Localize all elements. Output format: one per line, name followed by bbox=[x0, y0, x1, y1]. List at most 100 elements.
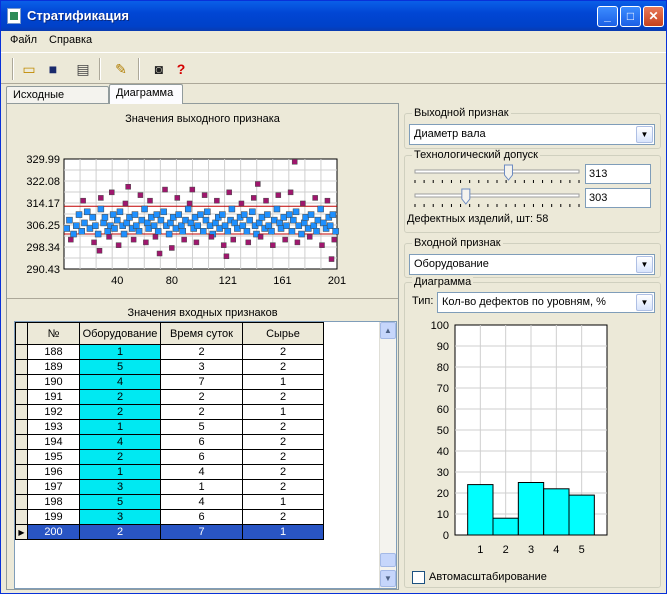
cell-material[interactable]: 2 bbox=[242, 449, 324, 465]
table-row[interactable]: 189 5 3 2 bbox=[15, 359, 324, 375]
cell-time[interactable]: 2 bbox=[160, 389, 243, 405]
row-indicator[interactable] bbox=[15, 404, 28, 420]
cell-time[interactable]: 1 bbox=[160, 479, 243, 495]
cell-number[interactable]: 198 bbox=[27, 494, 80, 510]
slider-track[interactable] bbox=[414, 193, 580, 198]
diagram-type-select[interactable]: Кол-во дефектов по уровням, % ▼ bbox=[437, 292, 655, 313]
row-indicator[interactable] bbox=[15, 479, 28, 495]
chevron-down-icon[interactable]: ▼ bbox=[636, 294, 653, 311]
cell-equipment[interactable]: 3 bbox=[79, 509, 161, 525]
cell-time[interactable]: 6 bbox=[160, 509, 243, 525]
table-row[interactable]: 195 2 6 2 bbox=[15, 449, 324, 465]
cell-number[interactable]: 190 bbox=[27, 374, 80, 390]
cell-equipment[interactable]: 4 bbox=[79, 374, 161, 390]
cell-equipment[interactable]: 2 bbox=[79, 404, 161, 420]
column-header-equipment[interactable]: Оборудование bbox=[79, 322, 161, 345]
cell-material[interactable]: 2 bbox=[242, 479, 324, 495]
title-bar[interactable]: Стратификация _ □ ✕ bbox=[1, 1, 666, 31]
table-row[interactable]: 190 4 7 1 bbox=[15, 374, 324, 390]
cell-material[interactable]: 2 bbox=[242, 419, 324, 435]
cell-number[interactable]: 191 bbox=[27, 389, 80, 405]
row-indicator[interactable] bbox=[15, 359, 28, 375]
cell-number[interactable]: 193 bbox=[27, 419, 80, 435]
cell-equipment[interactable]: 5 bbox=[79, 494, 161, 510]
chevron-down-icon[interactable]: ▼ bbox=[636, 256, 653, 273]
cell-equipment[interactable]: 3 bbox=[79, 479, 161, 495]
cell-material[interactable]: 1 bbox=[242, 404, 324, 420]
row-indicator[interactable] bbox=[15, 419, 28, 435]
table-row[interactable]: 192 2 2 1 bbox=[15, 404, 324, 420]
input-values-grid[interactable]: № Оборудование Время суток Сырье 188 1 2 2 1… bbox=[14, 321, 397, 589]
save-disk-icon[interactable]: ■ bbox=[42, 59, 64, 79]
chevron-down-icon[interactable]: ▼ bbox=[636, 126, 653, 143]
cell-time[interactable]: 7 bbox=[160, 374, 243, 390]
row-indicator[interactable] bbox=[15, 374, 28, 390]
tolerance-sliders[interactable] bbox=[409, 162, 585, 214]
cell-number[interactable]: 196 bbox=[27, 464, 80, 480]
row-indicator[interactable] bbox=[15, 434, 28, 450]
tab-source-data[interactable]: Исходные данные bbox=[6, 86, 109, 113]
upper-limit-input[interactable]: 313 bbox=[585, 164, 651, 184]
table-row[interactable]: 194 4 6 2 bbox=[15, 434, 324, 450]
cell-material[interactable]: 2 bbox=[242, 344, 324, 360]
open-folder-icon[interactable]: ▭ bbox=[18, 59, 40, 79]
cell-number[interactable]: 197 bbox=[27, 479, 80, 495]
autoscale-checkbox[interactable] bbox=[412, 571, 425, 584]
row-indicator[interactable] bbox=[15, 344, 28, 360]
menu-file[interactable]: Файл bbox=[10, 34, 37, 46]
tab-diagram[interactable]: Диаграмма bbox=[109, 84, 183, 104]
cell-time[interactable]: 5 bbox=[160, 419, 243, 435]
row-indicator[interactable] bbox=[15, 389, 28, 405]
export-icon[interactable]: ✎ bbox=[110, 59, 132, 79]
menu-help[interactable]: Справка bbox=[49, 34, 92, 46]
cell-material[interactable]: 2 bbox=[242, 434, 324, 450]
cell-time[interactable]: 4 bbox=[160, 464, 243, 480]
lower-limit-input[interactable]: 303 bbox=[585, 188, 651, 208]
row-indicator[interactable] bbox=[15, 509, 28, 525]
grid-vertical-scrollbar[interactable]: ▲ ▼ bbox=[379, 322, 396, 588]
row-indicator[interactable]: ▶ bbox=[15, 524, 28, 540]
cell-time[interactable]: 2 bbox=[160, 404, 243, 420]
cell-material[interactable]: 1 bbox=[242, 494, 324, 510]
cell-material[interactable]: 2 bbox=[242, 359, 324, 375]
cell-material[interactable]: 1 bbox=[242, 524, 324, 540]
table-row[interactable]: 198 5 4 1 bbox=[15, 494, 324, 510]
cell-time[interactable]: 4 bbox=[160, 494, 243, 510]
minimize-button[interactable]: _ bbox=[597, 6, 618, 27]
scroll-up-button[interactable]: ▲ bbox=[380, 322, 396, 339]
row-indicator[interactable] bbox=[15, 449, 28, 465]
cell-equipment[interactable]: 2 bbox=[79, 524, 161, 540]
camera-icon[interactable]: ◙ bbox=[148, 59, 170, 79]
table-row[interactable]: 199 3 6 2 bbox=[15, 509, 324, 525]
table-row[interactable]: 188 1 2 2 bbox=[15, 344, 324, 360]
cell-material[interactable]: 2 bbox=[242, 389, 324, 405]
upper-slider-thumb[interactable] bbox=[503, 164, 513, 181]
help-icon[interactable]: ? bbox=[170, 59, 192, 79]
cell-equipment[interactable]: 2 bbox=[79, 389, 161, 405]
cell-number[interactable]: 194 bbox=[27, 434, 80, 450]
cell-time[interactable]: 6 bbox=[160, 434, 243, 450]
table-row[interactable]: 193 1 5 2 bbox=[15, 419, 324, 435]
cell-material[interactable]: 2 bbox=[242, 509, 324, 525]
column-header-material[interactable]: Сырье bbox=[242, 322, 324, 345]
cell-number[interactable]: 195 bbox=[27, 449, 80, 465]
input-feature-select[interactable]: Оборудование ▼ bbox=[409, 254, 655, 275]
cell-time[interactable]: 2 bbox=[160, 344, 243, 360]
cell-time[interactable]: 6 bbox=[160, 449, 243, 465]
cell-equipment[interactable]: 2 bbox=[79, 449, 161, 465]
close-button[interactable]: ✕ bbox=[643, 6, 664, 27]
scroll-down-button[interactable]: ▼ bbox=[380, 570, 396, 587]
cell-number[interactable]: 192 bbox=[27, 404, 80, 420]
cell-number[interactable]: 188 bbox=[27, 344, 80, 360]
row-indicator[interactable] bbox=[15, 464, 28, 480]
cell-equipment[interactable]: 1 bbox=[79, 464, 161, 480]
cell-time[interactable]: 3 bbox=[160, 359, 243, 375]
cell-equipment[interactable]: 1 bbox=[79, 344, 161, 360]
cell-equipment[interactable]: 4 bbox=[79, 434, 161, 450]
cell-number[interactable]: 200 bbox=[27, 524, 80, 540]
table-row[interactable]: ▶ 200 2 7 1 bbox=[15, 524, 324, 540]
cell-material[interactable]: 1 bbox=[242, 374, 324, 390]
row-indicator[interactable] bbox=[15, 494, 28, 510]
lower-slider-thumb[interactable] bbox=[461, 188, 471, 205]
cell-number[interactable]: 199 bbox=[27, 509, 80, 525]
